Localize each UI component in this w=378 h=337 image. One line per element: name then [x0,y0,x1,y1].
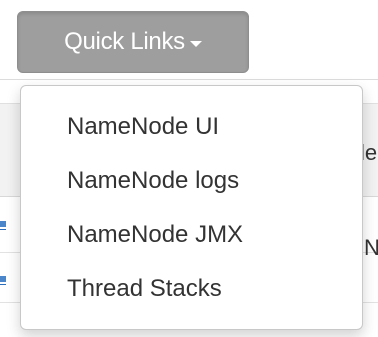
menu-item-namenode-ui[interactable]: NameNode UI [21,100,362,154]
menu-item-namenode-jmx[interactable]: NameNode JMX [21,208,362,262]
table-cell-text-fragment: N [364,235,378,260]
caret-down-icon [189,40,202,47]
quick-links-menu: NameNode UI NameNode logs NameNode JMX T… [20,85,363,330]
page: le N Quick Links NameNode UI NameNode lo… [0,0,378,337]
menu-item-thread-stacks[interactable]: Thread Stacks [21,262,362,316]
table-link-fragment[interactable] [0,218,6,232]
quick-links-label: Quick Links [64,28,185,55]
menu-item-namenode-logs[interactable]: NameNode logs [21,154,362,208]
divider [0,79,378,80]
table-link-fragment[interactable] [0,273,6,287]
quick-links-button[interactable]: Quick Links [17,11,249,73]
